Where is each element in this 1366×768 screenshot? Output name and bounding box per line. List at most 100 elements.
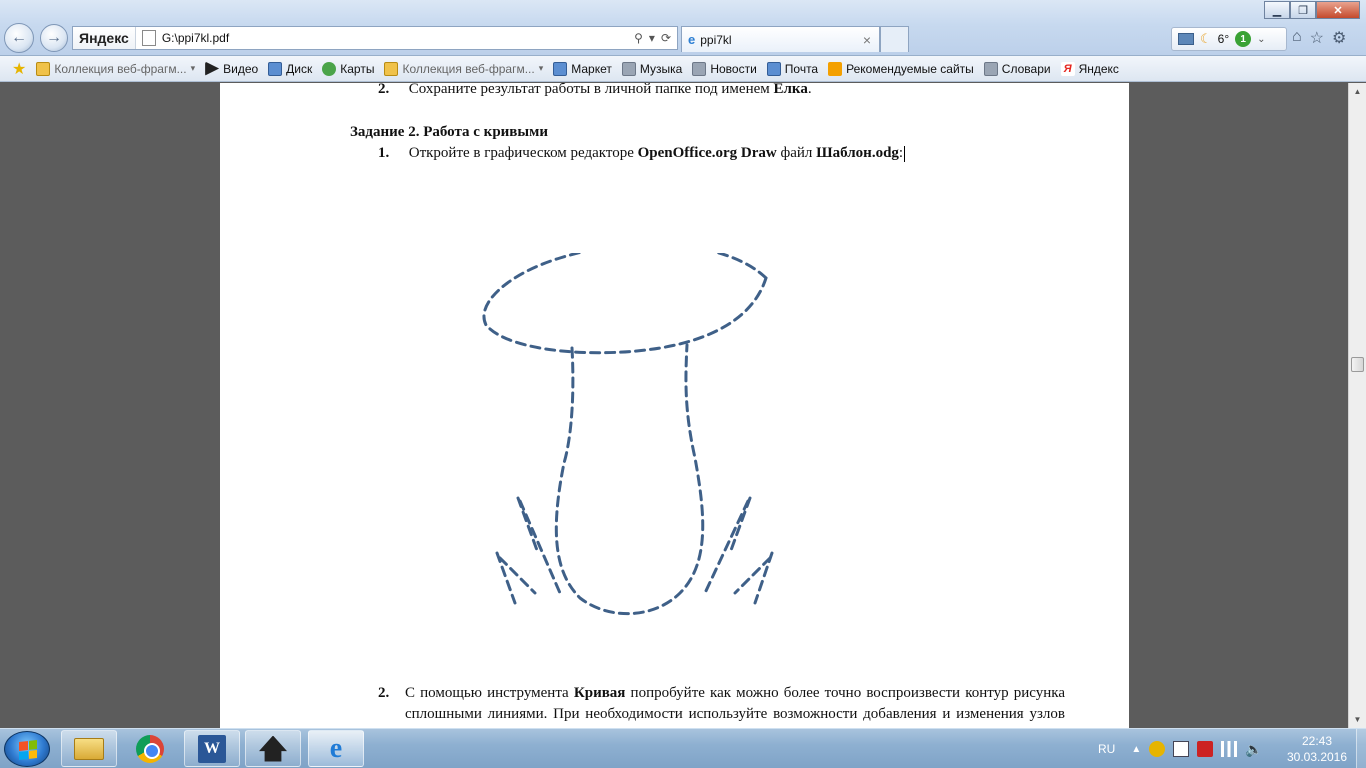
- vertical-scrollbar[interactable]: ▲ ▼: [1348, 83, 1366, 728]
- ie-icon: e: [329, 732, 343, 764]
- security-icon[interactable]: [1149, 741, 1166, 757]
- favorites-star-icon[interactable]: ☆: [1310, 28, 1324, 48]
- text-cursor: [904, 145, 906, 162]
- system-tray: RU ▲ 🔈: [1098, 729, 1263, 768]
- address-bar[interactable]: Яндекс G:\ppi7kl.pdf ⚲ ▾ ⟳: [72, 26, 678, 50]
- scroll-up-arrow-icon[interactable]: ▲: [1349, 83, 1366, 100]
- ie-icon: e: [688, 32, 696, 47]
- yandex-widget[interactable]: ☾ 6° 1 ⌄: [1171, 27, 1287, 51]
- taskbar-word[interactable]: W: [184, 730, 240, 767]
- taskbar-explorer[interactable]: [61, 730, 117, 767]
- fav-music[interactable]: Музыка: [621, 61, 682, 76]
- battery-icon[interactable]: [1197, 741, 1214, 757]
- folder-icon: [74, 737, 104, 760]
- news-icon: [692, 61, 707, 76]
- network-signal-icon[interactable]: [1221, 741, 1238, 757]
- fav-yandex[interactable]: Я Яндекс: [1060, 61, 1119, 76]
- fav-disk[interactable]: Диск: [268, 61, 312, 76]
- windows-logo-icon: [19, 740, 37, 760]
- fav-dictionaries[interactable]: Словари: [983, 61, 1051, 76]
- forward-button[interactable]: →: [40, 24, 68, 52]
- show-hidden-icons-icon[interactable]: ▲: [1131, 744, 1141, 755]
- tab-ppi7kl[interactable]: e ppi7kl ×: [681, 26, 880, 52]
- yandex-icon: Я: [1060, 61, 1075, 76]
- disk-icon: [268, 61, 283, 76]
- home-icon[interactable]: ⌂: [1292, 28, 1302, 48]
- clock-time: 22:43: [1301, 734, 1333, 748]
- video-icon: [205, 61, 220, 76]
- clock-date: 30.03.2016: [1286, 750, 1348, 764]
- market-icon: [553, 61, 568, 76]
- action-center-icon[interactable]: [1173, 741, 1190, 757]
- clock[interactable]: 22:43 30.03.2016: [1285, 733, 1349, 765]
- close-tab-icon[interactable]: ×: [863, 32, 871, 48]
- scroll-down-arrow-icon[interactable]: ▼: [1349, 711, 1366, 728]
- yandex-logo[interactable]: Яндекс: [73, 27, 136, 49]
- chevron-down-icon[interactable]: ▾: [539, 63, 544, 74]
- maximize-button[interactable]: ❐: [1290, 1, 1316, 19]
- refresh-icon[interactable]: ⟳: [661, 31, 671, 45]
- dropdown-arrow-icon[interactable]: ▾: [649, 31, 655, 45]
- mail-icon: [766, 61, 781, 76]
- new-tab-button[interactable]: [880, 26, 909, 52]
- chevron-down-icon[interactable]: ▾: [191, 63, 196, 74]
- tab-title: ppi7kl: [700, 32, 732, 47]
- taskbar-inkscape[interactable]: [245, 730, 301, 767]
- pdf-viewport[interactable]: 2. Сохраните результат работы в личной п…: [0, 83, 1348, 728]
- mushroom-template-drawing: [482, 253, 774, 616]
- mushroom-stem-outline: [554, 343, 705, 616]
- web-slice-icon: [384, 61, 399, 76]
- grass-blade-left-2: [518, 499, 562, 595]
- address-input[interactable]: G:\ppi7kl.pdf: [162, 31, 634, 45]
- task-heading: Задание 2. Работа с кривыми: [350, 124, 548, 140]
- list-item: С помощью инструмента Кривая попробуйте …: [405, 685, 1065, 728]
- chevron-down-icon[interactable]: ⌄: [1257, 34, 1265, 45]
- bing-icon: [828, 61, 843, 76]
- dictionary-icon: [983, 61, 998, 76]
- notification-badge[interactable]: 1: [1235, 31, 1252, 47]
- grass-blade-right-2: [703, 499, 750, 595]
- chrome-icon: [136, 734, 164, 763]
- add-favorite-star-icon[interactable]: ★: [12, 59, 26, 79]
- fav-market[interactable]: Маркет: [553, 61, 612, 76]
- mushroom-cap-outline: [482, 253, 768, 355]
- pdf-file-icon: [141, 30, 156, 46]
- arrow-right-icon: →: [46, 29, 62, 46]
- word-icon: W: [198, 734, 226, 763]
- fav-video[interactable]: Видео: [205, 61, 258, 76]
- start-button[interactable]: [4, 731, 50, 767]
- close-window-button[interactable]: ✕: [1316, 1, 1360, 19]
- fav-recommended[interactable]: Рекомендуемые сайты: [828, 61, 974, 76]
- favorites-bar: ★ Коллекция веб-фрагм... ▾ Видео Диск Ка…: [0, 56, 1366, 82]
- mail-icon[interactable]: [1178, 33, 1194, 45]
- search-icon[interactable]: ⚲: [634, 31, 643, 45]
- scroll-thumb[interactable]: [1351, 357, 1364, 372]
- web-slice-icon: [36, 61, 51, 76]
- fav-maps[interactable]: Карты: [322, 61, 374, 76]
- list-item: 2. Сохраните результат работы в личной п…: [378, 83, 812, 97]
- music-icon: [621, 61, 636, 76]
- maps-icon: [322, 61, 337, 76]
- language-indicator[interactable]: RU: [1098, 742, 1115, 756]
- browser-titlebar: ← → Яндекс G:\ppi7kl.pdf ⚲ ▾ ⟳ e ppi7kl …: [0, 0, 1366, 56]
- taskbar-internet-explorer[interactable]: e: [308, 730, 364, 767]
- moon-icon: ☾: [1200, 31, 1212, 46]
- arrow-left-icon: ←: [11, 29, 27, 46]
- fav-web-slice-2[interactable]: Коллекция веб-фрагм... ▾: [384, 61, 544, 76]
- fav-mail[interactable]: Почта: [766, 61, 818, 76]
- temperature: 6°: [1217, 32, 1230, 46]
- volume-icon[interactable]: 🔈: [1245, 741, 1262, 758]
- gear-icon[interactable]: ⚙: [1332, 28, 1346, 48]
- back-button[interactable]: ←: [4, 23, 34, 53]
- show-desktop-button[interactable]: [1356, 729, 1366, 768]
- taskbar-chrome[interactable]: [122, 730, 178, 767]
- window-controls: ▁ ❐ ✕: [1264, 1, 1360, 19]
- fav-web-slice-1[interactable]: Коллекция веб-фрагм... ▾: [36, 61, 196, 76]
- inkscape-icon: [259, 735, 287, 762]
- fav-news[interactable]: Новости: [692, 61, 757, 76]
- list-item: 1. Откройте в графическом редакторе Open…: [378, 145, 906, 162]
- minimize-button[interactable]: ▁: [1264, 1, 1290, 19]
- grass-blade-left-3: [495, 551, 517, 605]
- list-item-number: 2.: [378, 685, 390, 701]
- pdf-page: 2. Сохраните результат работы в личной п…: [220, 83, 1129, 728]
